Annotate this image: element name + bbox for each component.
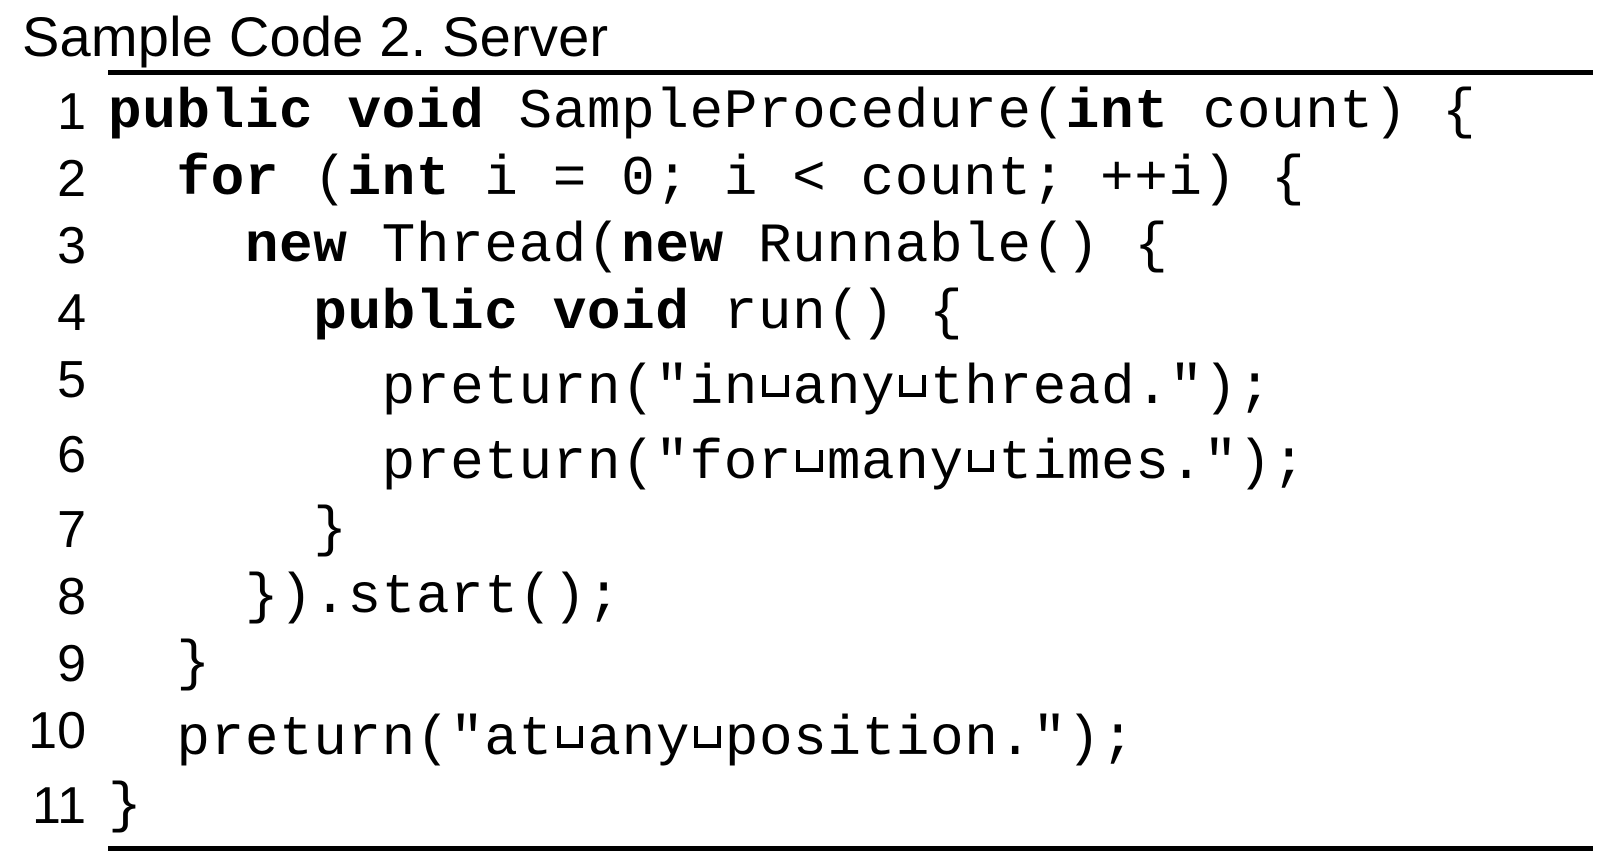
code-listing: 1public void SampleProcedure(int count) …	[20, 79, 1593, 840]
keyword: int	[1066, 80, 1169, 144]
visible-space-icon	[895, 347, 930, 403]
code-line: }).start();	[108, 564, 1593, 631]
line-number: 11	[20, 773, 108, 840]
code-line: new Thread(new Runnable() {	[108, 213, 1593, 280]
bottom-rule	[108, 846, 1593, 851]
keyword: for	[176, 147, 279, 211]
keyword: public	[313, 281, 518, 345]
code-line: preturn("atanyposition.");	[108, 698, 1593, 773]
code-line: for (int i = 0; i < count; ++i) {	[108, 146, 1593, 213]
visible-space-icon	[690, 698, 725, 754]
keyword: new	[245, 214, 348, 278]
code-line: public void run() {	[108, 280, 1593, 347]
visible-space-icon	[792, 422, 827, 478]
keyword: public	[108, 80, 313, 144]
code-line: }	[108, 497, 1593, 564]
code-line: public void SampleProcedure(int count) {	[108, 79, 1593, 146]
line-number: 9	[20, 631, 108, 698]
keyword: int	[347, 147, 450, 211]
listing-caption: Sample Code 2. Server	[22, 6, 1593, 68]
keyword: void	[553, 281, 690, 345]
line-number: 8	[20, 564, 108, 631]
line-number: 7	[20, 497, 108, 564]
line-number: 3	[20, 213, 108, 280]
visible-space-icon	[553, 698, 588, 754]
top-rule	[108, 70, 1593, 75]
code-line: }	[108, 631, 1593, 698]
line-number: 1	[20, 79, 108, 146]
line-number: 6	[20, 422, 108, 497]
keyword: void	[347, 80, 484, 144]
line-number: 5	[20, 347, 108, 422]
line-number: 2	[20, 146, 108, 213]
code-line: }	[108, 773, 1593, 840]
visible-space-icon	[964, 422, 999, 478]
code-line: preturn("formanytimes.");	[108, 422, 1593, 497]
line-number: 4	[20, 280, 108, 347]
keyword: new	[621, 214, 724, 278]
visible-space-icon	[758, 347, 793, 403]
code-line: preturn("inanythread.");	[108, 347, 1593, 422]
line-number: 10	[20, 698, 108, 773]
